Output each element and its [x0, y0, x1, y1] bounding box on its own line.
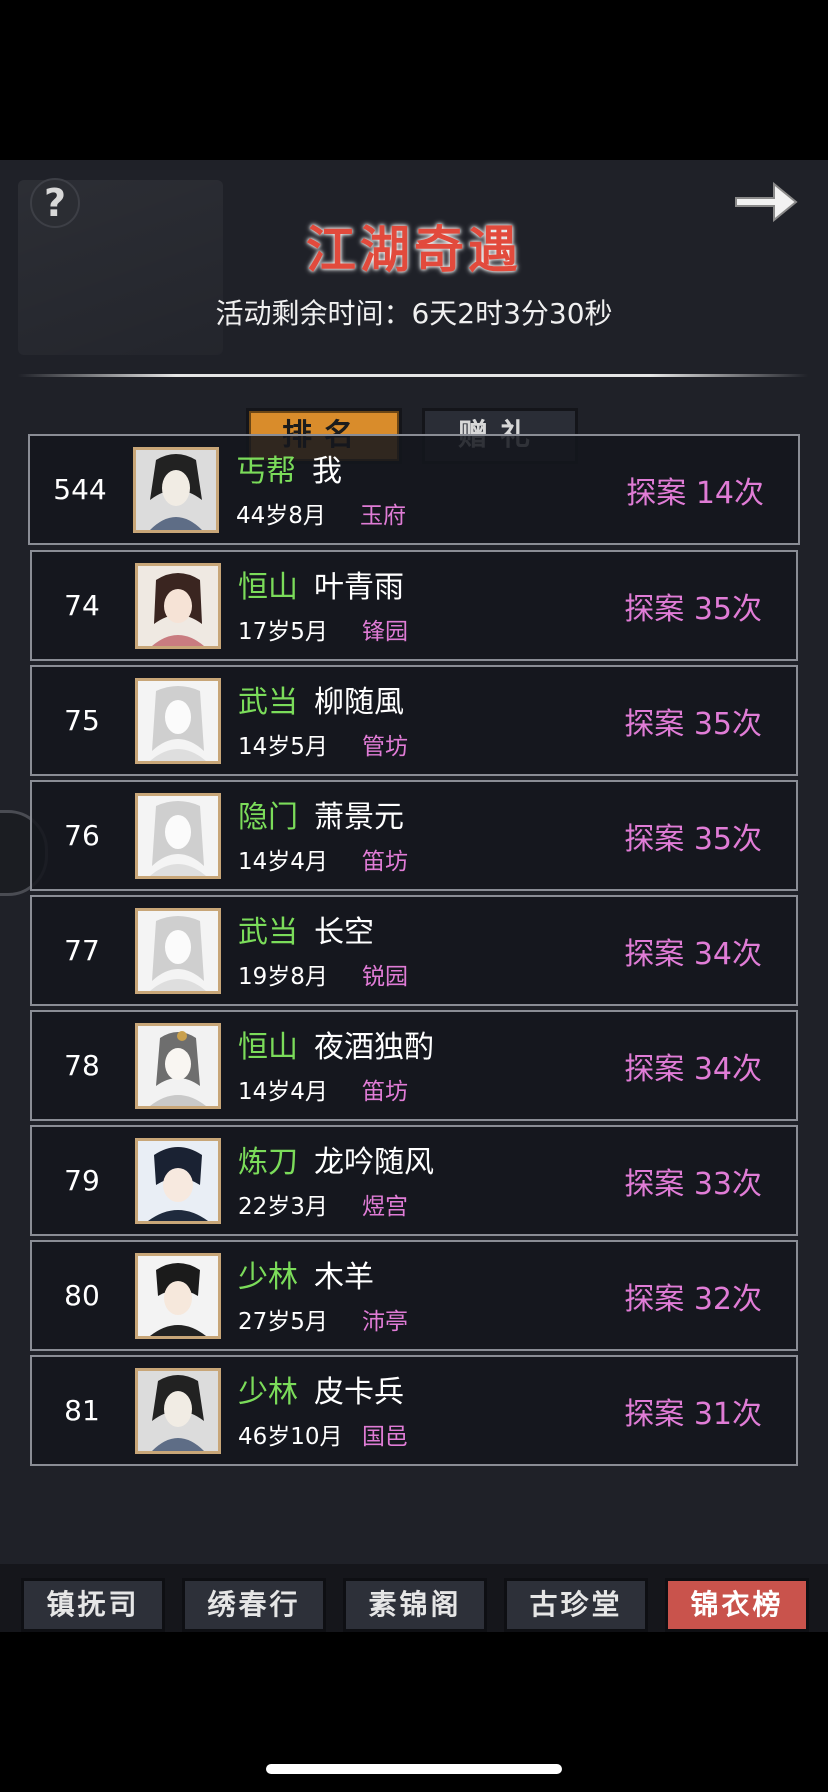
rank-number: 79 — [64, 1164, 100, 1197]
bottom-nav: 镇抚司 绣春行 素锦阁 古珍堂 锦衣榜 — [0, 1564, 828, 1632]
header-divider — [18, 374, 808, 377]
event-timer: 活动剩余时间：6天2时3分30秒 — [215, 297, 613, 330]
rank-number: 75 — [64, 704, 100, 737]
player-name: 柳随風 — [314, 685, 404, 720]
score-label: 探案 35次 — [624, 591, 762, 627]
sect-label: 少林 — [238, 1375, 298, 1410]
age-label: 46岁10月 — [238, 1424, 343, 1450]
avatar — [135, 1138, 221, 1224]
avatar — [135, 1023, 221, 1109]
avatar — [135, 908, 221, 994]
age-label: 27岁5月 — [238, 1309, 328, 1335]
residence-label: 沛亭 — [362, 1309, 408, 1335]
score-label: 探案 31次 — [624, 1396, 762, 1432]
rank-row[interactable]: 78 恒山 夜酒独酌 14岁4月 笛坊 探案 34次 — [30, 1010, 798, 1121]
rank-row[interactable]: 74 恒山 叶青雨 17岁5月 锋园 探案 35次 — [30, 550, 798, 661]
avatar — [135, 563, 221, 649]
age-label: 14岁4月 — [238, 849, 328, 875]
rank-row[interactable]: 75 武当 柳随風 14岁5月 管坊 探案 35次 — [30, 665, 798, 776]
avatar — [135, 678, 221, 764]
score-label: 探案 34次 — [624, 1051, 762, 1087]
residence-label: 煜宫 — [362, 1194, 408, 1220]
rank-number: 74 — [64, 589, 100, 622]
score-label: 探案 32次 — [624, 1281, 762, 1317]
player-name: 夜酒独酌 — [314, 1030, 434, 1065]
status-bar-area — [0, 0, 828, 160]
sect-label: 武当 — [238, 685, 298, 720]
page-title: 江湖奇遇 — [306, 220, 522, 279]
nav-jinyibang[interactable]: 锦衣榜 — [665, 1578, 809, 1632]
score-label: 探案 35次 — [624, 821, 762, 857]
rank-number: 76 — [64, 819, 100, 852]
rank-number: 81 — [64, 1394, 100, 1427]
nav-zhenfusi[interactable]: 镇抚司 — [21, 1578, 165, 1632]
sect-label: 少林 — [238, 1260, 298, 1295]
sect-label: 武当 — [238, 915, 298, 950]
nav-sujinge[interactable]: 素锦阁 — [343, 1578, 487, 1632]
player-name: 龙吟随风 — [314, 1145, 434, 1180]
score-label: 探案 35次 — [624, 706, 762, 742]
sect-label: 恒山 — [238, 570, 298, 605]
home-indicator[interactable] — [266, 1764, 562, 1774]
residence-label: 管坊 — [362, 734, 408, 760]
sect-label: 炼刀 — [238, 1145, 298, 1180]
score-label: 探案 14次 — [626, 475, 764, 511]
rank-row[interactable]: 79 炼刀 龙吟随风 22岁3月 煜宫 探案 33次 — [30, 1125, 798, 1236]
rank-number: 78 — [64, 1049, 100, 1082]
age-label: 14岁4月 — [238, 1079, 328, 1105]
residence-label: 国邑 — [362, 1424, 408, 1450]
nav-guzhentang[interactable]: 古珍堂 — [504, 1578, 648, 1632]
avatar — [135, 1368, 221, 1454]
sect-label: 恒山 — [238, 1030, 298, 1065]
player-name: 皮卡兵 — [314, 1375, 404, 1410]
player-name: 叶青雨 — [314, 570, 404, 605]
rank-row[interactable]: 77 武当 长空 19岁8月 锐园 探案 34次 — [30, 895, 798, 1006]
residence-label: 锋园 — [362, 619, 408, 645]
my-rank-row[interactable]: 544 丐帮 我 44岁8月 玉府 探案 14次 — [28, 434, 800, 545]
event-panel: ? 江湖奇遇 活动剩余时间：6天2时3分30秒 排名 赠礼 544 丐帮 我 4… — [0, 160, 828, 1632]
sect-label: 丐帮 — [236, 454, 296, 489]
residence-label: 笛坊 — [362, 1079, 408, 1105]
age-label: 14岁5月 — [238, 734, 328, 760]
avatar — [135, 793, 221, 879]
score-label: 探案 33次 — [624, 1166, 762, 1202]
rank-number: 77 — [64, 934, 100, 967]
rank-row[interactable]: 81 少林 皮卡兵 46岁10月 国邑 探案 31次 — [30, 1355, 798, 1466]
nav-xiuchunxing[interactable]: 绣春行 — [182, 1578, 326, 1632]
residence-label: 锐园 — [362, 964, 408, 990]
avatar — [135, 1253, 221, 1339]
player-name: 长空 — [314, 915, 374, 950]
age-label: 44岁8月 — [236, 503, 326, 529]
residence-label: 笛坊 — [362, 849, 408, 875]
score-label: 探案 34次 — [624, 936, 762, 972]
player-name: 萧景元 — [314, 800, 404, 835]
player-name: 木羊 — [314, 1260, 374, 1295]
rank-row[interactable]: 76 隐门 萧景元 14岁4月 笛坊 探案 35次 — [30, 780, 798, 891]
age-label: 17岁5月 — [238, 619, 328, 645]
age-label: 19岁8月 — [238, 964, 328, 990]
avatar — [133, 447, 219, 533]
rank-number: 80 — [64, 1279, 100, 1312]
rank-number: 544 — [53, 473, 107, 506]
sect-label: 隐门 — [238, 800, 298, 835]
rank-row[interactable]: 80 少林 木羊 27岁5月 沛亭 探案 32次 — [30, 1240, 798, 1351]
residence-label: 玉府 — [360, 503, 406, 529]
player-name: 我 — [312, 454, 342, 489]
age-label: 22岁3月 — [238, 1194, 328, 1220]
